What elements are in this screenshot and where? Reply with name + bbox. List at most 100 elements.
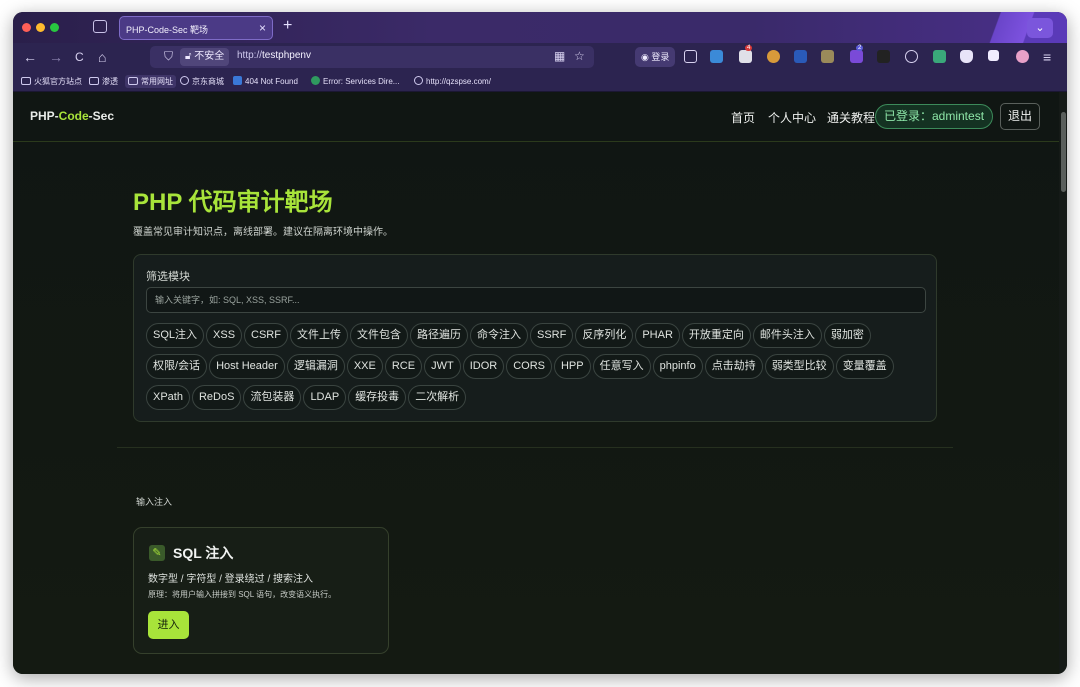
extension-settings-icon[interactable] xyxy=(905,50,918,63)
maximize-window-button[interactable] xyxy=(50,23,59,32)
security-indicator[interactable]: 🔓︎ 不安全 xyxy=(180,48,230,66)
filter-chip[interactable]: 弱加密 xyxy=(823,323,871,348)
filter-chip[interactable]: 逻辑漏洞 xyxy=(286,354,345,379)
extension-hat-icon[interactable] xyxy=(877,50,890,63)
address-bar[interactable]: ⛉ 🔓︎ 不安全 http://testphpenv ▦ ☆ xyxy=(150,46,594,68)
folder-icon xyxy=(21,77,31,85)
filter-chip[interactable]: 二次解析 xyxy=(408,385,467,410)
enter-button[interactable]: 进入 xyxy=(148,611,189,639)
extension-tag-icon[interactable]: 2 xyxy=(850,45,864,63)
account-login-button[interactable]: ◉ 登录 xyxy=(635,47,676,67)
filter-chip[interactable]: 缓存投毒 xyxy=(348,385,407,410)
minimize-window-button[interactable] xyxy=(36,23,45,32)
bookmark-item[interactable]: 404 Not Found xyxy=(233,75,298,88)
filter-chip[interactable]: 流包装器 xyxy=(243,385,302,410)
filter-chip[interactable]: XXE xyxy=(346,354,383,379)
filter-chip[interactable]: 邮件头注入 xyxy=(752,323,822,348)
filter-chip[interactable]: 命令注入 xyxy=(469,323,528,348)
nav-link-tutorial[interactable]: 通关教程 xyxy=(827,109,875,126)
filter-chip[interactable]: LDAP xyxy=(303,385,347,410)
user-status-badge: 已登录：admintest xyxy=(875,104,994,129)
filter-chip[interactable]: HPP xyxy=(553,354,591,379)
page-content: PHP-Code-Sec 首页 个人中心 通关教程 已登录：admintest … xyxy=(13,92,1059,674)
extension-mountain-icon[interactable] xyxy=(710,50,723,63)
filter-chip[interactable]: 权限/会话 xyxy=(146,354,208,379)
site-header: PHP-Code-Sec 首页 个人中心 通关教程 已登录：admintest … xyxy=(13,92,1059,142)
active-tab[interactable]: PHP-Code-Sec 靶场 × xyxy=(119,16,273,40)
url-prefix: http:// xyxy=(237,50,263,61)
home-icon[interactable]: ⌂ xyxy=(98,48,106,66)
qr-code-icon[interactable]: ▦ xyxy=(554,49,565,63)
url-host: testphpenv xyxy=(262,50,311,61)
bookmark-star-icon[interactable]: ☆ xyxy=(574,49,585,63)
filter-chip[interactable]: 文件上传 xyxy=(289,323,348,348)
filter-chip[interactable]: 文件包含 xyxy=(349,323,408,348)
extension-puzzle-icon[interactable] xyxy=(960,50,973,63)
filter-chip-list: SQL注入 XSS CSRF 文件上传 文件包含 路径遍历 命令注入 SSRF 反序列化 PHAR… xyxy=(146,323,930,416)
filter-chip[interactable]: Host Header xyxy=(209,354,285,379)
filter-chip[interactable]: 变量覆盖 xyxy=(835,354,894,379)
extension-icon xyxy=(311,76,320,85)
bookmark-item[interactable]: 常用网址 xyxy=(125,75,176,88)
forward-icon[interactable]: → xyxy=(49,48,63,66)
folder-icon xyxy=(128,77,138,85)
url-text[interactable]: http://testphpenv xyxy=(237,50,311,61)
filter-chip[interactable]: CSRF xyxy=(244,323,288,348)
tab-title: PHP-Code-Sec 靶场 xyxy=(126,25,209,35)
filter-chip[interactable]: 点击劫持 xyxy=(704,354,763,379)
reload-icon[interactable]: C xyxy=(75,48,84,66)
filter-chip[interactable]: RCE xyxy=(384,354,423,379)
bookmarks-bar: 火狐官方站点 渗透 常用网址 京东商城 404 Not Found Error:… xyxy=(13,72,1067,92)
nav-link-home[interactable]: 首页 xyxy=(731,109,755,126)
nav-link-profile[interactable]: 个人中心 xyxy=(768,109,816,126)
filter-chip[interactable]: XSS xyxy=(206,323,243,348)
back-icon[interactable]: ← xyxy=(23,48,37,66)
filter-chip[interactable]: 任意写入 xyxy=(592,354,651,379)
filter-chip[interactable]: 反序列化 xyxy=(575,323,634,348)
module-card-sql-injection: ✎ SQL 注入 数字型 / 字符型 / 登录绕过 / 搜索注入 原理：将用户输… xyxy=(133,527,389,654)
share-icon[interactable] xyxy=(684,50,697,63)
menu-icon[interactable]: ≡ xyxy=(1043,48,1051,66)
scrollbar-thumb[interactable] xyxy=(1061,112,1066,192)
section-label: 输入注入 xyxy=(136,497,173,507)
crop-icon[interactable] xyxy=(988,50,999,61)
filter-chip[interactable]: JWT xyxy=(424,354,461,379)
shield-icon[interactable]: ⛉ xyxy=(164,49,173,64)
bookmark-item[interactable]: http://qzspse.com/ xyxy=(414,75,491,88)
extension-mail-icon[interactable]: 4 xyxy=(739,45,753,63)
filter-chip[interactable]: SSRF xyxy=(529,323,574,348)
filter-chip[interactable]: 弱类型比较 xyxy=(764,354,834,379)
filter-chip[interactable]: SQL注入 xyxy=(146,323,205,348)
tab-close-icon[interactable]: × xyxy=(259,21,266,35)
filter-label: 筛选模块 xyxy=(146,271,190,283)
filter-chip[interactable]: XPath xyxy=(146,385,190,410)
browser-window: PHP-Code-Sec 靶场 × + ⌄ ← → C ⌂ ⛉ 🔓︎ 不安全 h… xyxy=(13,12,1067,674)
filter-chip[interactable]: CORS xyxy=(506,354,552,379)
filter-chip[interactable]: phpinfo xyxy=(652,354,703,379)
extension-code-icon[interactable] xyxy=(933,50,946,63)
extension-cookie-icon[interactable] xyxy=(767,50,780,63)
filter-chip[interactable]: IDOR xyxy=(462,354,505,379)
filter-search-input[interactable] xyxy=(146,287,926,313)
filter-chip[interactable]: 路径遍历 xyxy=(409,323,468,348)
extension-hourglass-icon[interactable] xyxy=(794,50,807,63)
brand-logo[interactable]: PHP-Code-Sec xyxy=(30,109,114,123)
filter-chip[interactable]: PHAR xyxy=(635,323,680,348)
bookmark-item[interactable]: Error: Services Dire... xyxy=(311,75,399,88)
close-window-button[interactable] xyxy=(22,23,31,32)
extension-person-icon[interactable] xyxy=(821,50,834,63)
filter-chip[interactable]: 开放重定向 xyxy=(681,323,751,348)
globe-icon xyxy=(414,76,423,85)
extension-arrow-icon[interactable] xyxy=(1016,50,1029,63)
tab-list-button[interactable]: ⌄ xyxy=(1027,18,1053,38)
bookmark-item[interactable]: 渗透 xyxy=(89,75,118,88)
globe-icon xyxy=(180,76,189,85)
new-tab-button[interactable]: + xyxy=(283,17,292,35)
bookmark-item[interactable]: 京东商城 xyxy=(180,75,224,88)
tab-overview-icon[interactable] xyxy=(93,20,107,33)
filter-chip[interactable]: ReDoS xyxy=(191,385,242,410)
logout-button[interactable]: 退出 xyxy=(1000,103,1040,130)
page-scrollbar[interactable] xyxy=(1059,92,1067,674)
bookmark-item[interactable]: 火狐官方站点 xyxy=(21,75,82,88)
bookmark-label: 火狐官方站点 xyxy=(34,77,82,86)
